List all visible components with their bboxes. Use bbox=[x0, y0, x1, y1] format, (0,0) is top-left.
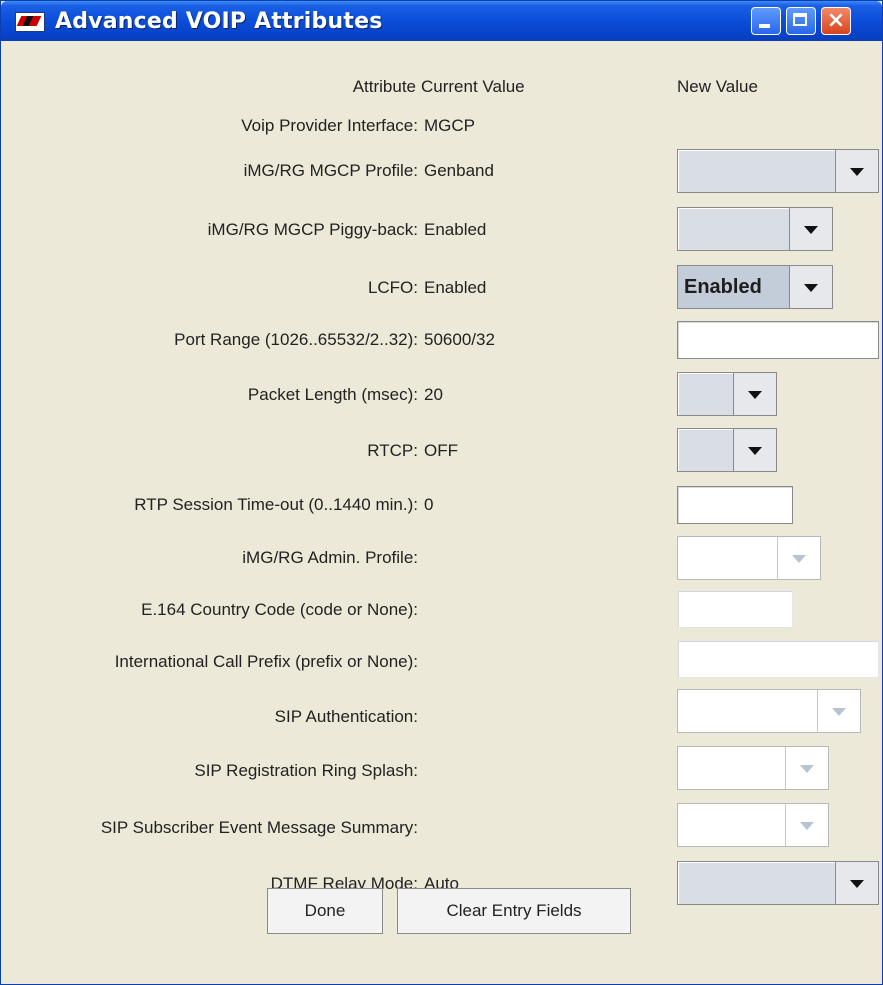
label-mgcp-piggy-back: iMG/RG MGCP Piggy-back: bbox=[207, 220, 418, 239]
e164-country-code-input[interactable] bbox=[677, 590, 793, 628]
packet-length-select-value bbox=[678, 373, 734, 415]
mgcp-profile-select-value bbox=[678, 150, 836, 192]
rtcp-select-value bbox=[678, 429, 734, 471]
sip-authentication-dropdown-button[interactable] bbox=[817, 690, 860, 732]
done-button[interactable]: Done bbox=[267, 888, 383, 934]
mgcp-piggy-back-select[interactable] bbox=[677, 207, 833, 251]
chevron-down-icon bbox=[804, 284, 818, 292]
label-packet-length: Packet Length (msec): bbox=[247, 385, 418, 404]
sip-subscriber-event-message-summary-select[interactable] bbox=[677, 803, 829, 847]
chevron-down-icon bbox=[850, 168, 864, 176]
dtmf-relay-mode-dropdown-button[interactable] bbox=[835, 862, 878, 904]
mgcp-profile-select[interactable] bbox=[677, 149, 879, 193]
advanced-voip-attributes-window: Advanced VOIP Attributes × Attribute Cur… bbox=[0, 0, 883, 985]
chevron-down-icon bbox=[804, 226, 818, 234]
chevron-down-icon bbox=[832, 708, 846, 716]
attributes-panel: Attribute Current Value New Value Voip P… bbox=[1, 41, 882, 984]
rtcp-dropdown-button[interactable] bbox=[733, 429, 776, 471]
sip-registration-ring-splash-dropdown-button[interactable] bbox=[785, 747, 828, 789]
current-mgcp-piggy-back: Enabled bbox=[424, 220, 487, 239]
port-range-input[interactable] bbox=[677, 321, 879, 359]
mgcp-piggy-back-dropdown-button[interactable] bbox=[789, 208, 832, 250]
mgcp-profile-dropdown-button[interactable] bbox=[835, 150, 878, 192]
dtmf-relay-mode-select[interactable] bbox=[677, 861, 879, 905]
chevron-down-icon bbox=[748, 391, 762, 399]
maximize-button[interactable] bbox=[786, 7, 816, 35]
current-voip-provider-interface: MGCP bbox=[424, 116, 475, 135]
header-current-value: Current Value bbox=[421, 77, 525, 96]
sip-registration-ring-splash-select[interactable] bbox=[677, 746, 829, 790]
current-packet-length: 20 bbox=[424, 385, 443, 404]
sip-subscriber-event-message-summary-select-value bbox=[678, 804, 786, 846]
window-title: Advanced VOIP Attributes bbox=[55, 9, 383, 34]
current-lcfo: Enabled bbox=[424, 278, 487, 297]
label-lcfo: LCFO: bbox=[367, 278, 418, 297]
close-button[interactable]: × bbox=[821, 7, 851, 35]
label-rtp-session-timeout: RTP Session Time-out (0..1440 min.): bbox=[134, 495, 418, 514]
label-sip-registration-ring-splash: SIP Registration Ring Splash: bbox=[194, 761, 418, 780]
current-rtp-session-timeout: 0 bbox=[424, 495, 434, 514]
clear-entry-fields-button[interactable]: Clear Entry Fields bbox=[397, 888, 631, 934]
label-sip-subscriber-event-message-summary: SIP Subscriber Event Message Summary: bbox=[100, 818, 418, 837]
rtcp-select[interactable] bbox=[677, 428, 777, 472]
sip-authentication-select-value bbox=[678, 690, 818, 732]
label-international-call-prefix: International Call Prefix (prefix or Non… bbox=[114, 652, 418, 671]
header-new-value: New Value bbox=[677, 77, 758, 96]
sip-registration-ring-splash-select-value bbox=[678, 747, 786, 789]
dtmf-relay-mode-select-value bbox=[678, 862, 836, 904]
app-logo-icon bbox=[15, 12, 45, 32]
chevron-down-icon bbox=[800, 822, 814, 830]
current-mgcp-profile: Genband bbox=[424, 161, 494, 180]
lcfo-select[interactable]: Enabled bbox=[677, 265, 833, 309]
current-port-range: 50600/32 bbox=[424, 330, 495, 349]
label-mgcp-profile: iMG/RG MGCP Profile: bbox=[243, 161, 418, 180]
lcfo-dropdown-button[interactable] bbox=[789, 266, 832, 308]
chevron-down-icon bbox=[748, 447, 762, 455]
minimize-button[interactable] bbox=[751, 7, 781, 35]
sip-subscriber-event-message-summary-dropdown-button[interactable] bbox=[785, 804, 828, 846]
label-voip-provider-interface: Voip Provider Interface: bbox=[241, 116, 418, 135]
close-icon: × bbox=[826, 8, 846, 33]
current-rtcp: OFF bbox=[424, 441, 458, 460]
chevron-down-icon bbox=[800, 765, 814, 773]
label-e164-country-code: E.164 Country Code (code or None): bbox=[141, 600, 418, 619]
mgcp-piggy-back-select-value bbox=[678, 208, 790, 250]
international-call-prefix-input[interactable] bbox=[677, 640, 879, 678]
chevron-down-icon bbox=[850, 880, 864, 888]
header-attribute: Attribute bbox=[352, 77, 416, 96]
lcfo-select-value: Enabled bbox=[678, 266, 790, 308]
chevron-down-icon bbox=[792, 555, 806, 563]
admin-profile-select[interactable] bbox=[677, 536, 821, 580]
label-admin-profile: iMG/RG Admin. Profile: bbox=[242, 548, 418, 567]
packet-length-select[interactable] bbox=[677, 372, 777, 416]
admin-profile-select-value bbox=[678, 537, 778, 579]
sip-authentication-select[interactable] bbox=[677, 689, 861, 733]
rtp-session-timeout-input[interactable] bbox=[677, 486, 793, 524]
label-sip-authentication: SIP Authentication: bbox=[274, 707, 418, 726]
title-bar[interactable]: Advanced VOIP Attributes × bbox=[1, 1, 882, 41]
label-port-range: Port Range (1026..65532/2..32): bbox=[174, 330, 418, 349]
packet-length-dropdown-button[interactable] bbox=[733, 373, 776, 415]
label-rtcp: RTCP: bbox=[367, 441, 418, 460]
admin-profile-dropdown-button[interactable] bbox=[777, 537, 820, 579]
